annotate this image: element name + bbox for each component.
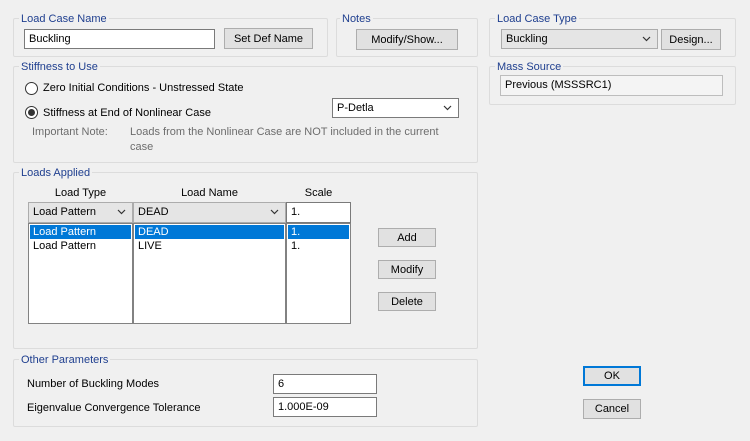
important-note-label: Important Note:: [32, 126, 108, 138]
num-buckling-modes-label: Number of Buckling Modes: [27, 378, 160, 390]
stiffness-title: Stiffness to Use: [19, 61, 100, 73]
chevron-down-icon: [117, 209, 126, 215]
zero-initial-label[interactable]: Zero Initial Conditions - Unstressed Sta…: [43, 82, 244, 94]
load-type-edit-value: Load Pattern: [33, 206, 96, 218]
nonlinear-case-value: P-Detla: [337, 102, 374, 114]
list-item[interactable]: 1.: [288, 239, 349, 253]
chevron-down-icon: [642, 36, 651, 42]
load-case-name-input[interactable]: Buckling: [24, 29, 215, 49]
important-note-text-1: Loads from the Nonlinear Case are NOT in…: [130, 126, 439, 138]
list-item[interactable]: Load Pattern: [30, 239, 131, 253]
zero-initial-radio[interactable]: [25, 82, 38, 95]
set-def-name-button[interactable]: Set Def Name: [224, 28, 313, 49]
load-name-edit-dropdown[interactable]: DEAD: [133, 202, 286, 223]
cancel-button[interactable]: Cancel: [583, 399, 641, 419]
load-case-type-value: Buckling: [506, 33, 548, 45]
load-name-list[interactable]: DEAD LIVE: [133, 223, 286, 324]
design-button[interactable]: Design...: [661, 29, 721, 50]
important-note-text-2: case: [130, 141, 154, 153]
load-case-name-title: Load Case Name: [19, 13, 109, 25]
modify-show-button[interactable]: Modify/Show...: [356, 29, 458, 50]
stiffness-end-radio[interactable]: [25, 106, 38, 119]
nonlinear-case-dropdown[interactable]: P-Detla: [332, 98, 459, 118]
chevron-down-icon: [443, 105, 452, 111]
load-type-list[interactable]: Load Pattern Load Pattern: [28, 223, 133, 324]
scale-column-header: Scale: [304, 187, 333, 199]
list-item[interactable]: DEAD: [135, 225, 284, 239]
load-type-column-header: Load Type: [54, 187, 107, 199]
stiffness-end-label[interactable]: Stiffness at End of Nonlinear Case: [43, 107, 211, 119]
mass-source-field: Previous (MSSSRC1): [500, 75, 723, 96]
num-buckling-modes-input[interactable]: 6: [273, 374, 377, 394]
other-parameters-title: Other Parameters: [19, 354, 111, 366]
modify-button[interactable]: Modify: [378, 260, 436, 279]
chevron-down-icon: [270, 209, 279, 215]
notes-title: Notes: [340, 13, 373, 25]
eigenvalue-tolerance-input[interactable]: 1.000E-09: [273, 397, 377, 417]
ok-button[interactable]: OK: [583, 366, 641, 386]
delete-button[interactable]: Delete: [378, 292, 436, 311]
other-parameters-group: [13, 359, 478, 427]
list-item[interactable]: 1.: [288, 225, 349, 239]
load-case-type-dropdown[interactable]: Buckling: [501, 29, 658, 49]
load-name-column-header: Load Name: [181, 187, 238, 199]
scale-list[interactable]: 1. 1.: [286, 223, 351, 324]
list-item[interactable]: Load Pattern: [30, 225, 131, 239]
loads-applied-title: Loads Applied: [19, 167, 93, 179]
mass-source-title: Mass Source: [495, 61, 564, 73]
eigenvalue-tolerance-label: Eigenvalue Convergence Tolerance: [27, 402, 201, 414]
list-item[interactable]: LIVE: [135, 239, 284, 253]
load-type-edit-dropdown[interactable]: Load Pattern: [28, 202, 133, 223]
scale-edit-input[interactable]: 1.: [286, 202, 351, 223]
add-button[interactable]: Add: [378, 228, 436, 247]
load-case-type-title: Load Case Type: [495, 13, 579, 25]
load-name-edit-value: DEAD: [138, 206, 169, 218]
